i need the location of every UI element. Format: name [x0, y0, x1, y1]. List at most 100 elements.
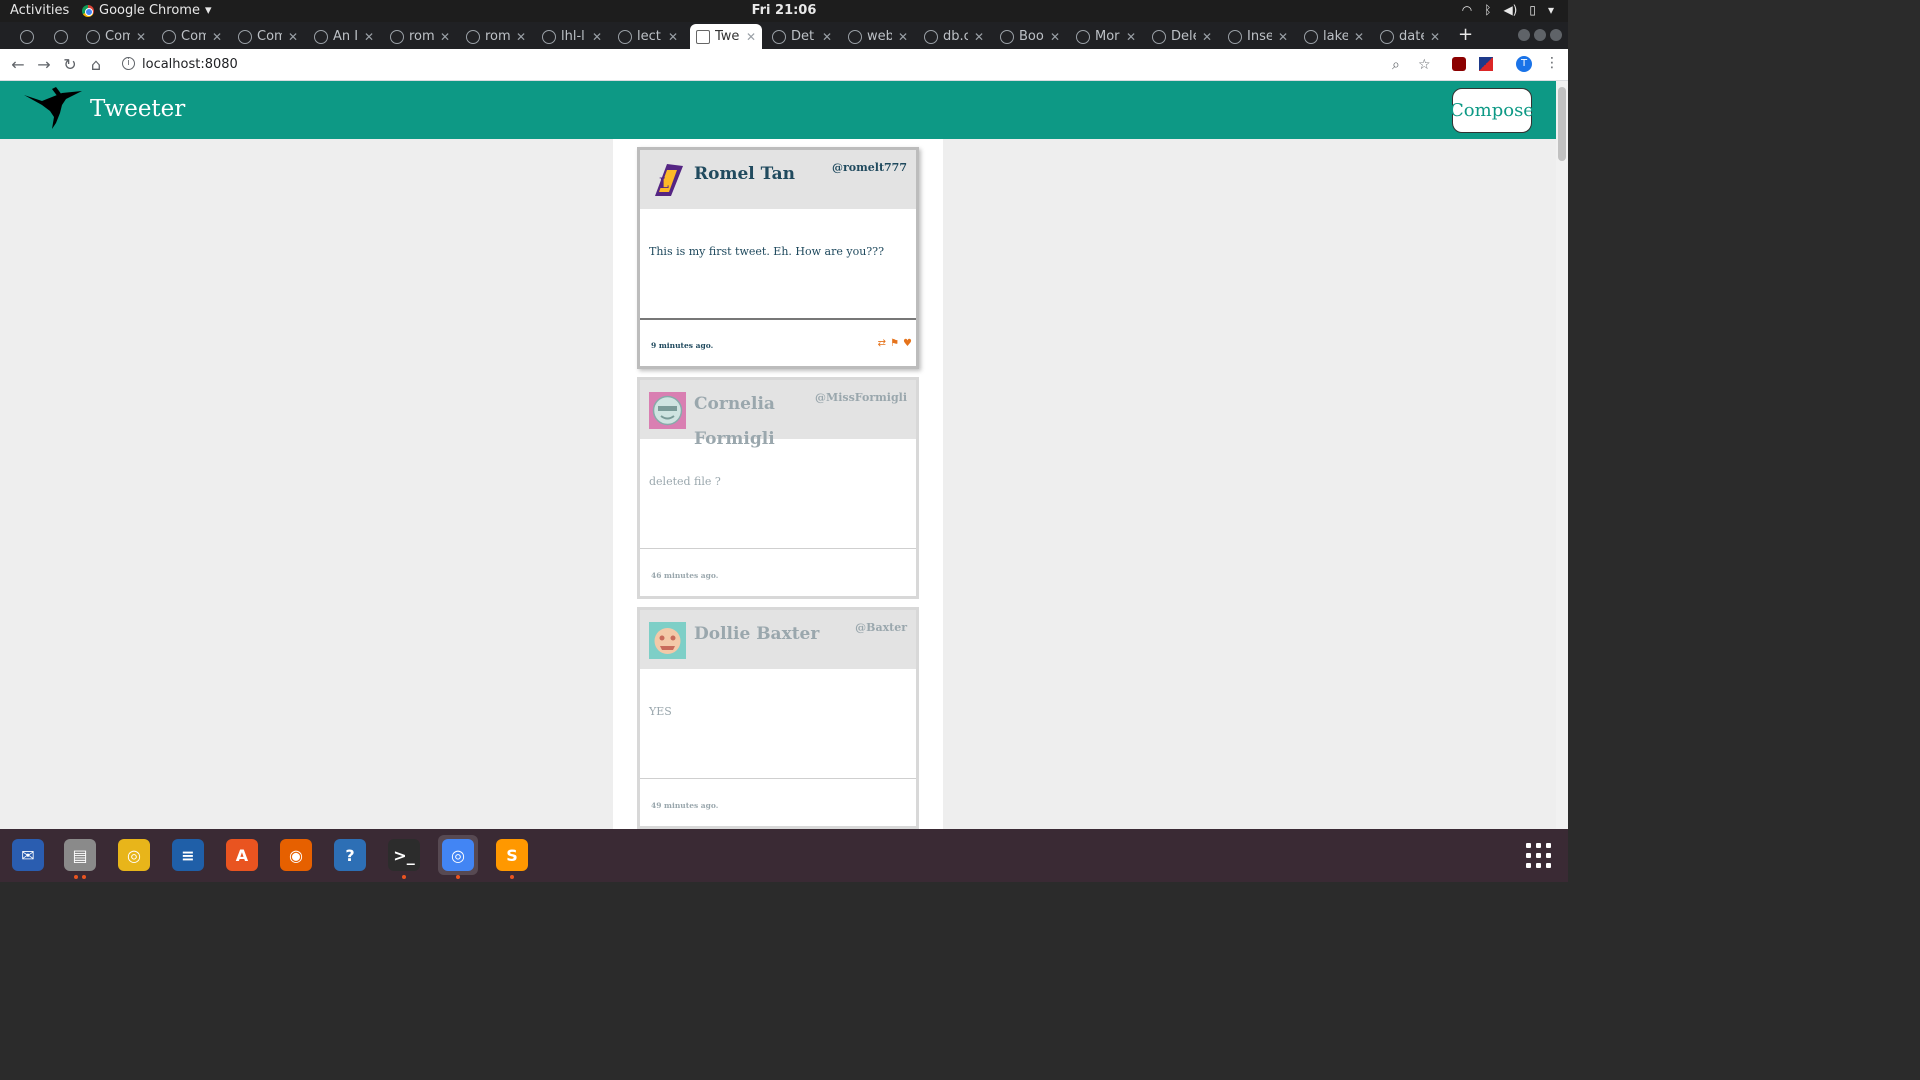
maximize-button[interactable]	[1534, 29, 1546, 41]
dock-rhythmbox[interactable]: ◎	[114, 835, 154, 875]
browser-tab[interactable]: rom ✕	[384, 24, 456, 49]
browser-tab[interactable]: An I ✕	[308, 24, 380, 49]
dock-terminal[interactable]: >_	[384, 835, 424, 879]
browser-tab[interactable]: Com ✕	[156, 24, 228, 49]
browser-tab[interactable]: Com ✕	[232, 24, 304, 49]
terminal-icon: >_	[388, 839, 420, 871]
url-field[interactable]: localhost:8080	[142, 57, 238, 72]
dock-files[interactable]: ▤	[60, 835, 100, 879]
chevron-down-icon: ▾	[1547, 3, 1554, 17]
browser-tab[interactable]: rom ✕	[460, 24, 532, 49]
tab-favicon-icon	[696, 29, 710, 44]
tweet-header: Cornelia Formigli @MissFormigli	[640, 380, 916, 449]
browser-tab[interactable]: lhl-l ✕	[536, 24, 608, 49]
browser-tab[interactable]: Det ✕	[766, 24, 838, 49]
tab-close-icon[interactable]: ✕	[1050, 30, 1060, 44]
tweet-card[interactable]: Cornelia Formigli @MissFormigli deleted fi…	[637, 377, 919, 599]
tweet-card[interactable]: L Romel Tan @romelt777 This is my first twe…	[637, 147, 919, 369]
browser-tab[interactable]: Twe ✕	[690, 24, 762, 49]
forward-arrow-icon[interactable]: →	[34, 55, 54, 74]
dock-firefox[interactable]: ◉	[276, 835, 316, 875]
dock-thunderbird[interactable]: ✉	[8, 835, 48, 875]
browser-tab[interactable]: web ✕	[842, 24, 914, 49]
compose-button[interactable]: Compose	[1450, 88, 1534, 133]
browser-tab[interactable]	[14, 24, 44, 49]
tweet-timestamp: 46 minutes ago.	[651, 571, 719, 580]
back-arrow-icon[interactable]: ←	[8, 55, 28, 74]
tab-title: lhl-l	[561, 29, 585, 44]
browser-tab[interactable]	[48, 24, 78, 49]
zoom-icon[interactable]: ⌕	[1392, 57, 1400, 73]
tab-close-icon[interactable]: ✕	[974, 30, 984, 44]
tab-close-icon[interactable]: ✕	[364, 30, 374, 44]
browser-tab[interactable]: Inse ✕	[1222, 24, 1294, 49]
new-tab-button[interactable]: +	[1458, 24, 1473, 45]
browser-tab[interactable]: Mor ✕	[1070, 24, 1142, 49]
clock[interactable]: Fri 21:06	[0, 3, 1568, 18]
tweet-author-handle: @Baxter	[855, 621, 907, 634]
extension-shield-icon[interactable]	[1452, 57, 1466, 71]
help-icon: ?	[334, 839, 366, 871]
reload-icon[interactable]: ↻	[60, 55, 80, 74]
tab-close-icon[interactable]: ✕	[1430, 30, 1440, 44]
dock-help[interactable]: ?	[330, 835, 370, 875]
browser-tab[interactable]: Com ✕	[80, 24, 152, 49]
system-tray[interactable]: ◠ ᛒ ◀) ▯ ▾	[1462, 3, 1554, 17]
browser-tab[interactable]: db.c ✕	[918, 24, 990, 49]
profile-avatar[interactable]: T	[1516, 56, 1532, 72]
tab-close-icon[interactable]: ✕	[822, 30, 832, 44]
tweet-divider	[640, 778, 916, 779]
browser-tab[interactable]: lect ✕	[612, 24, 684, 49]
tab-close-icon[interactable]: ✕	[668, 30, 678, 44]
menu-kebab-icon[interactable]: ⋮	[1545, 55, 1559, 71]
bookmark-star-icon[interactable]: ☆	[1418, 57, 1431, 73]
dock-software[interactable]: A	[222, 835, 262, 875]
tweet-card[interactable]: Dollie Baxter @Baxter YES 49 minutes ago.	[637, 607, 919, 829]
tab-strip: Com ✕ Com ✕ Com ✕ An I ✕ rom ✕ rom ✕ lhl-l ✕ lect ✕ Twe ✕…	[0, 22, 1568, 49]
tab-close-icon[interactable]: ✕	[136, 30, 146, 44]
tab-close-icon[interactable]: ✕	[898, 30, 908, 44]
retweet-icon[interactable]: ⇄	[878, 338, 886, 349]
dock-sublime[interactable]: S	[492, 835, 532, 879]
page-scrollbar[interactable]	[1556, 81, 1568, 829]
tab-favicon-icon	[542, 29, 556, 44]
page-viewport: Tweeter Compose L Romel Tan @romelt777 This…	[0, 81, 1556, 829]
tweet-actions: ⇄ ⚑ ♥	[878, 338, 912, 349]
tab-favicon-icon	[924, 29, 938, 44]
tab-title: date	[1399, 29, 1424, 44]
tab-close-icon[interactable]: ✕	[288, 30, 298, 44]
browser-tab[interactable]: Boo ✕	[994, 24, 1066, 49]
tab-favicon-icon	[772, 29, 786, 44]
tab-close-icon[interactable]: ✕	[746, 30, 756, 44]
tab-title: Mor	[1095, 29, 1120, 44]
browser-tab[interactable]: date ✕	[1374, 24, 1446, 49]
tab-close-icon[interactable]: ✕	[1278, 30, 1288, 44]
show-applications-icon[interactable]	[1526, 843, 1552, 869]
browser-tab[interactable]: lake ✕	[1298, 24, 1370, 49]
tab-close-icon[interactable]: ✕	[1354, 30, 1364, 44]
tab-favicon-icon	[314, 29, 328, 44]
scrollbar-thumb[interactable]	[1558, 87, 1566, 161]
running-indicator	[456, 875, 460, 879]
flag-icon[interactable]: ⚑	[890, 338, 899, 349]
browser-tab[interactable]: Dele ✕	[1146, 24, 1218, 49]
hummingbird-logo-icon	[24, 87, 82, 129]
dock-writer[interactable]: ≡	[168, 835, 208, 875]
extension-flag-icon[interactable]	[1479, 57, 1493, 71]
tab-title: Com	[257, 29, 282, 44]
tab-close-icon[interactable]: ✕	[516, 30, 526, 44]
tab-close-icon[interactable]: ✕	[1202, 30, 1212, 44]
tab-close-icon[interactable]: ✕	[1126, 30, 1136, 44]
tab-favicon-icon	[1304, 29, 1318, 44]
minimize-button[interactable]	[1518, 29, 1530, 41]
info-icon[interactable]: i	[122, 57, 135, 70]
heart-icon[interactable]: ♥	[903, 338, 912, 349]
tab-close-icon[interactable]: ✕	[212, 30, 222, 44]
tab-favicon-icon	[54, 29, 68, 44]
home-icon[interactable]: ⌂	[86, 55, 106, 74]
tab-close-icon[interactable]: ✕	[440, 30, 450, 44]
tab-close-icon[interactable]: ✕	[592, 30, 602, 44]
close-window-button[interactable]	[1550, 29, 1562, 41]
tab-title: lake	[1323, 29, 1348, 44]
dock-chrome[interactable]: ◎	[438, 835, 478, 879]
